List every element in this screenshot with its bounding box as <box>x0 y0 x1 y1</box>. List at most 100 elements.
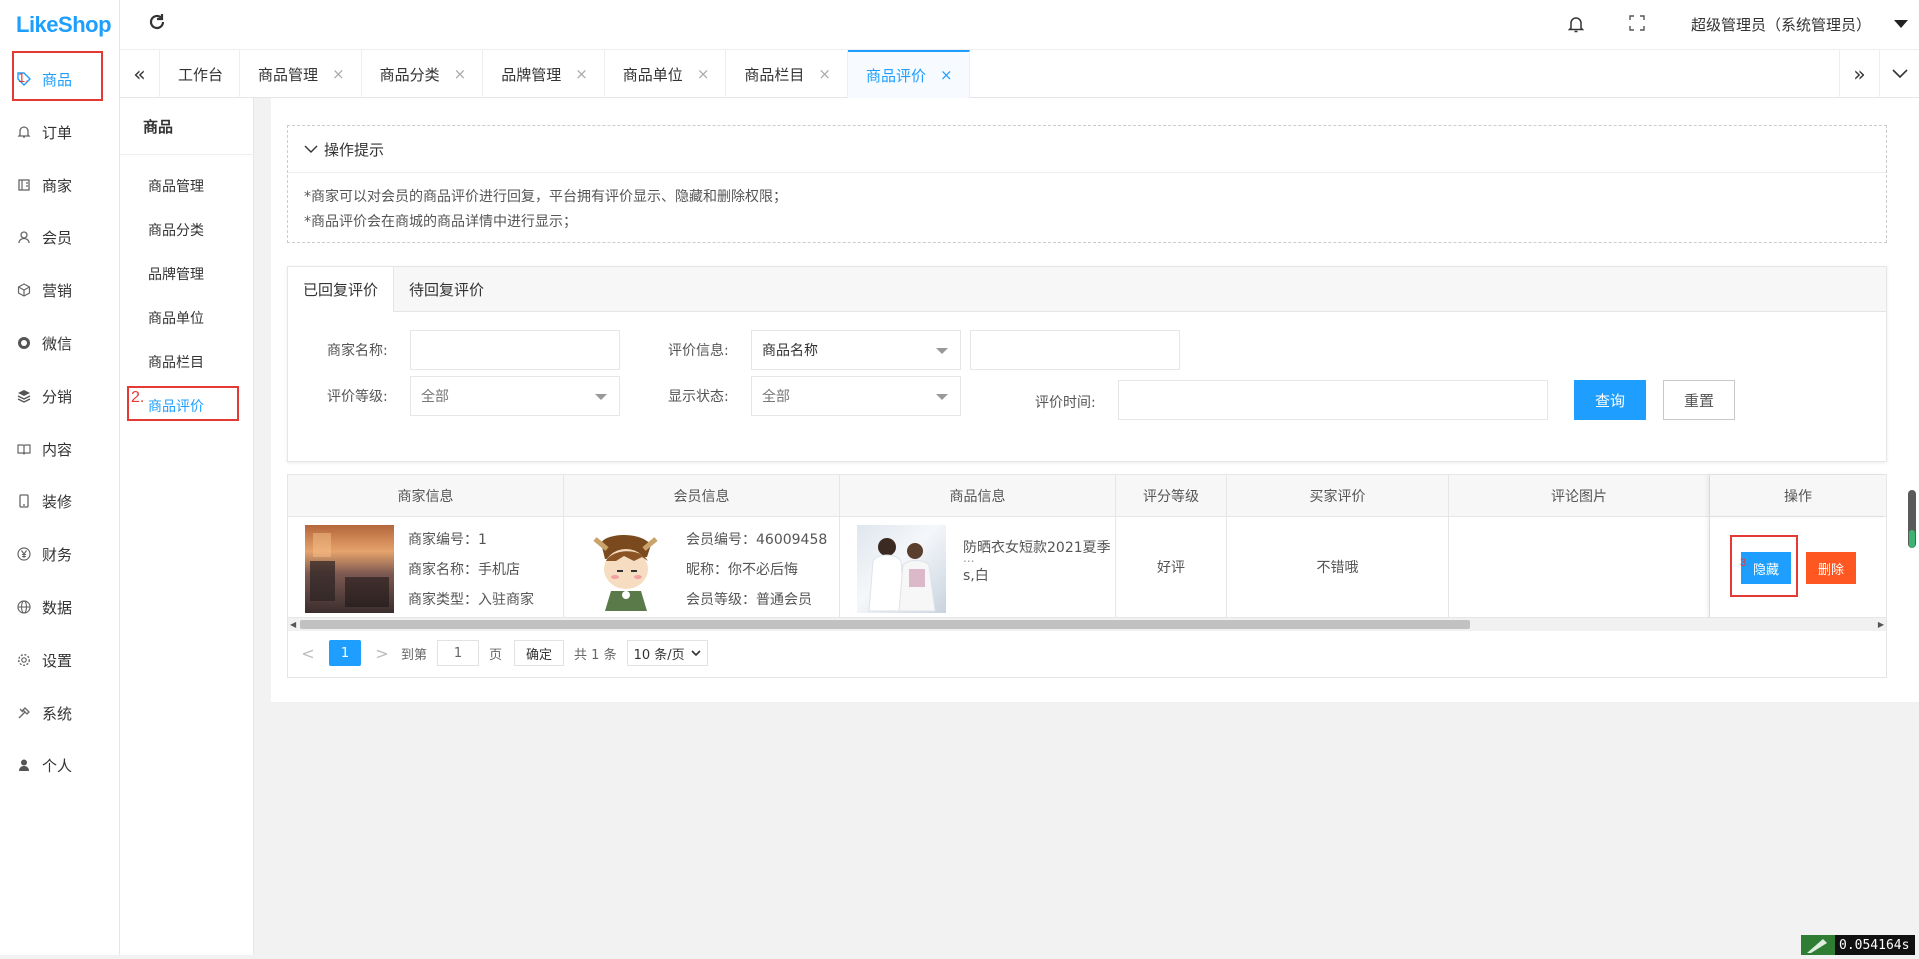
nav-item-members[interactable]: 会员 <box>0 215 120 259</box>
tab-close-icon[interactable]: × <box>697 65 710 83</box>
member-id: 会员编号：46009458 <box>686 532 828 548</box>
annotation-marker-1: 1. <box>18 70 29 85</box>
submenu-item-brand-management[interactable]: 品牌管理 <box>148 264 204 284</box>
submenu-item-goods-unit[interactable]: 商品单位 <box>148 308 204 328</box>
nav-item-system[interactable]: 系统 <box>0 691 120 735</box>
tab-close-icon[interactable]: × <box>818 65 831 83</box>
tab-label: 商品栏目 <box>744 65 805 84</box>
nav-item-wechat[interactable]: 微信 <box>0 321 120 365</box>
nav-item-settings[interactable]: 设置 <box>0 638 120 682</box>
tips-title: 操作提示 <box>324 140 385 159</box>
nav-label: 系统 <box>42 704 73 723</box>
tip-line: *商品评价会在商城的商品详情中进行显示； <box>304 214 577 230</box>
left-nav: LikeShop 商品 订单 商家 会员 营销 微信 分销 内容 装修 财务 数… <box>0 0 120 955</box>
vertical-scrollbar-indicator <box>1909 530 1915 548</box>
scroll-right-arrow-icon[interactable]: ▶ <box>1878 620 1884 629</box>
nav-item-orders[interactable]: 订单 <box>0 110 120 154</box>
person-icon <box>16 757 32 773</box>
nav-item-content[interactable]: 内容 <box>0 427 120 471</box>
goto-page-input[interactable]: 1 <box>437 640 480 666</box>
tab-goods-category[interactable]: 商品分类 × <box>362 50 484 98</box>
page-size-select[interactable]: 10 条/页 <box>626 640 708 666</box>
merchant-id: 商家编号：1 <box>408 532 487 548</box>
tip-line: *商家可以对会员的商品评价进行回复，平台拥有评价显示、隐藏和删除权限； <box>304 189 787 205</box>
delete-button[interactable]: 删除 <box>1806 552 1856 584</box>
query-button[interactable]: 查询 <box>1574 380 1646 420</box>
nav-label: 财务 <box>42 545 73 564</box>
notification-bell-icon[interactable] <box>1567 14 1585 34</box>
horizontal-scrollbar[interactable]: ◀ ▶ <box>288 618 1886 631</box>
tabs-dropdown-icon[interactable] <box>1879 50 1919 98</box>
submenu-item-goods-review[interactable]: 商品评价 <box>148 396 204 416</box>
review-info-input[interactable] <box>970 330 1180 370</box>
nav-item-merchants[interactable]: 商家 <box>0 163 120 207</box>
chevron-down-icon <box>595 394 607 400</box>
tab-goods-management[interactable]: 商品管理 × <box>240 50 362 98</box>
operation-tips: 操作提示 *商家可以对会员的商品评价进行回复，平台拥有评价显示、隐藏和删除权限；… <box>287 125 1887 243</box>
review-time-input[interactable] <box>1118 380 1548 420</box>
nav-item-data[interactable]: 数据 <box>0 585 120 629</box>
tabs-scroll-right-icon[interactable]: » <box>1839 50 1879 98</box>
column-header: 评论图片 <box>1449 475 1710 517</box>
nav-item-personal[interactable]: 个人 <box>0 743 120 787</box>
member-avatar <box>581 525 670 613</box>
bell-icon <box>16 124 32 140</box>
tab-label: 商品评价 <box>865 66 926 85</box>
user-menu-caret-icon[interactable] <box>1894 20 1908 28</box>
fullscreen-icon[interactable] <box>1628 14 1646 32</box>
review-tabs: 已回复评价 待回复评价 <box>288 267 1886 312</box>
goods-name: 防晒衣女短款2021夏季 <box>963 540 1111 556</box>
tab-close-icon[interactable]: × <box>454 65 467 83</box>
display-status-select-value: 全部 <box>762 389 790 405</box>
tab-pending-reviews[interactable]: 待回复评价 <box>394 267 499 312</box>
tab-brand-management[interactable]: 品牌管理 × <box>483 50 605 98</box>
tab-label: 商品单位 <box>622 65 683 84</box>
nav-item-distribution[interactable]: 分销 <box>0 374 120 418</box>
table-cell-goods: 防晒衣女短款2021夏季 ... s,白 <box>840 517 1116 618</box>
tab-goods-column[interactable]: 商品栏目 × <box>726 50 848 98</box>
review-level-select[interactable]: 全部 <box>410 376 620 416</box>
goto-label: 到第 <box>401 647 428 663</box>
display-status-select[interactable]: 全部 <box>751 376 961 416</box>
nav-label: 微信 <box>42 334 73 353</box>
nav-label: 营销 <box>42 281 73 300</box>
tablet-icon <box>16 493 32 509</box>
app-logo: LikeShop <box>16 12 112 37</box>
chevron-down-icon <box>936 394 948 400</box>
tab-goods-review[interactable]: 商品评价 × <box>847 50 970 98</box>
tab-close-icon[interactable]: × <box>940 66 953 84</box>
sub-menu: 商品 商品管理 商品分类 品牌管理 商品单位 商品栏目 商品评价 <box>120 98 254 955</box>
tab-workbench[interactable]: 工作台 <box>160 50 241 98</box>
merchant-name-input[interactable] <box>410 330 620 370</box>
page-size-value: 10 条/页 <box>633 647 685 663</box>
tab-goods-unit[interactable]: 商品单位 × <box>605 50 727 98</box>
user-menu-label[interactable]: 超级管理员（系统管理员） <box>1691 14 1871 35</box>
page-number-current[interactable]: 1 <box>329 640 361 666</box>
tab-replied-reviews[interactable]: 已回复评价 <box>288 267 395 312</box>
next-page-icon[interactable]: > <box>367 640 397 666</box>
nav-label: 装修 <box>42 492 73 511</box>
nav-item-finance[interactable]: 财务 <box>0 532 120 576</box>
submenu-item-goods-category[interactable]: 商品分类 <box>148 220 204 240</box>
nav-label: 会员 <box>42 228 73 247</box>
submenu-item-goods-column[interactable]: 商品栏目 <box>148 352 204 372</box>
prev-page-icon[interactable]: < <box>293 640 323 666</box>
nav-item-decoration[interactable]: 装修 <box>0 479 120 523</box>
goto-confirm-button[interactable]: 确定 <box>514 640 565 666</box>
review-info-select[interactable]: 商品名称 <box>751 330 961 370</box>
layers-icon <box>16 388 32 404</box>
merchant-image <box>305 525 394 613</box>
refresh-icon[interactable] <box>147 12 167 32</box>
table-cell-member: 会员编号：46009458 昵称：你不必后悔 会员等级：普通会员 <box>564 517 840 618</box>
tips-header[interactable]: 操作提示 <box>288 126 1886 173</box>
tabs-scroll-left-icon[interactable]: « <box>120 50 160 98</box>
tab-close-icon[interactable]: × <box>332 65 345 83</box>
submenu-item-goods-management[interactable]: 商品管理 <box>148 176 204 196</box>
scroll-left-arrow-icon[interactable]: ◀ <box>290 620 296 629</box>
search-card: 已回复评价 待回复评价 商家名称: 评价信息: 商品名称 评价等级: 全部 显示… <box>287 266 1887 462</box>
nav-item-marketing[interactable]: 营销 <box>0 268 120 312</box>
debug-timer: 0.054164s <box>1801 935 1916 955</box>
tab-close-icon[interactable]: × <box>575 65 588 83</box>
horizontal-scrollbar-thumb[interactable] <box>300 620 1470 629</box>
reset-button[interactable]: 重置 <box>1663 380 1735 420</box>
